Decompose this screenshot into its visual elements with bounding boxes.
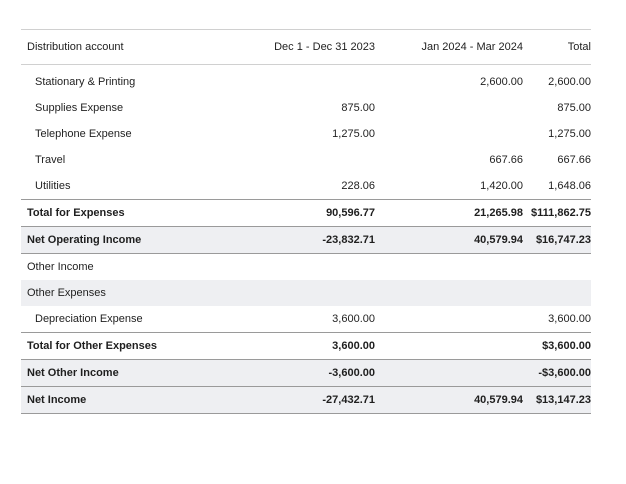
row-label: Total for Other Expenses	[27, 340, 157, 352]
row-col1: 1,275.00	[332, 128, 375, 140]
summary-row: Net Operating Income -23,832.71 40,579.9…	[21, 227, 591, 254]
summary-row: Net Other Income -3,600.00 -$3,600.00	[21, 360, 591, 387]
row-col2: 21,265.98	[474, 207, 523, 219]
row-label: Net Income	[27, 394, 87, 406]
total-row: Total for Other Expenses 3,600.00 $3,600…	[21, 332, 591, 360]
table-row: Depreciation Expense 3,600.00 3,600.00	[21, 306, 591, 332]
row-col2: 2,600.00	[480, 76, 523, 88]
row-col1: 90,596.77	[326, 207, 375, 219]
row-label: Depreciation Expense	[35, 313, 143, 325]
row-total: -$3,600.00	[538, 367, 591, 379]
row-label: Other Income	[27, 261, 94, 273]
row-total: $3,600.00	[542, 340, 591, 352]
row-total: 1,648.06	[548, 180, 591, 192]
section-row: Other Income	[21, 254, 591, 280]
row-total: $13,147.23	[535, 394, 591, 406]
row-col1: 228.06	[341, 180, 375, 192]
row-total: 3,600.00	[548, 313, 591, 325]
row-label: Supplies Expense	[35, 102, 124, 114]
row-col2: 1,420.00	[480, 180, 523, 192]
row-label: Net Other Income	[27, 367, 119, 379]
row-col2: 40,579.94	[474, 234, 523, 246]
row-total: $111,862.75	[531, 207, 591, 219]
row-col2: 40,579.94	[474, 394, 523, 406]
row-total: 1,275.00	[548, 128, 591, 140]
total-row: Total for Expenses 90,596.77 21,265.98 $…	[21, 199, 591, 227]
header-col2: Jan 2024 - Mar 2024	[421, 41, 523, 53]
section-row: Other Expenses	[21, 280, 591, 306]
header-col1: Dec 1 - Dec 31 2023	[274, 41, 375, 53]
row-total: 2,600.00	[548, 76, 591, 88]
row-total: 875.00	[557, 102, 591, 114]
row-label: Other Expenses	[27, 287, 106, 299]
table-row: Telephone Expense 1,275.00 1,275.00	[21, 121, 591, 147]
header-total: Total	[567, 41, 591, 53]
header-account: Distribution account	[27, 41, 124, 53]
row-col1: -23,832.71	[322, 234, 375, 246]
row-col1: 875.00	[341, 102, 375, 114]
table-row: Supplies Expense 875.00 875.00	[21, 95, 591, 121]
row-label: Utilities	[35, 180, 71, 192]
net-income-row: Net Income -27,432.71 40,579.94 $13,147.…	[21, 387, 591, 414]
row-col1: 3,600.00	[332, 313, 375, 325]
row-label: Telephone Expense	[35, 128, 132, 140]
row-col1: -3,600.00	[328, 367, 375, 379]
row-label: Travel	[35, 154, 66, 166]
row-label: Stationary & Printing	[35, 76, 136, 88]
report-table: Distribution account Dec 1 - Dec 31 2023…	[21, 29, 591, 414]
table-row: Utilities 228.06 1,420.00 1,648.06	[21, 173, 591, 199]
row-col1: -27,432.71	[322, 394, 375, 406]
row-total: 667.66	[557, 154, 591, 166]
row-label: Net Operating Income	[27, 234, 142, 246]
table-row: Stationary & Printing 2,600.00 2,600.00	[21, 69, 591, 95]
row-label: Total for Expenses	[27, 207, 125, 219]
row-total: $16,747.23	[535, 234, 591, 246]
table-header: Distribution account Dec 1 - Dec 31 2023…	[21, 29, 591, 65]
row-col1: 3,600.00	[332, 340, 375, 352]
row-col2: 667.66	[489, 154, 523, 166]
table-row: Travel 667.66 667.66	[21, 147, 591, 173]
